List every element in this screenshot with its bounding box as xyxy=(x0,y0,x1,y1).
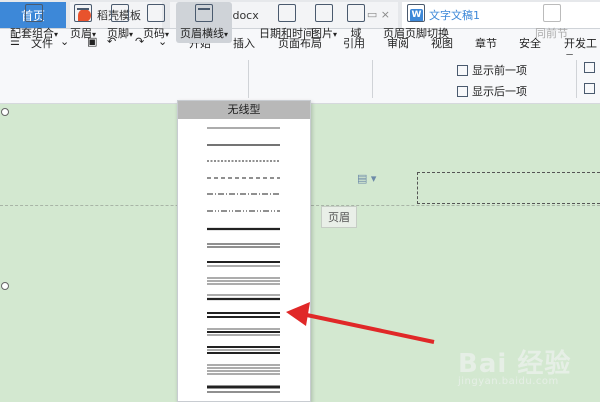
field-button[interactable]: 域 xyxy=(347,4,365,41)
annotation-arrow xyxy=(286,302,435,344)
picture-label: 图片 xyxy=(311,27,333,40)
line-style-option[interactable] xyxy=(207,277,280,285)
header-icon xyxy=(74,4,92,22)
header-button[interactable]: 页眉▾ xyxy=(70,4,96,41)
line-style-option[interactable] xyxy=(207,346,280,354)
show-next-label: 显示后一项 xyxy=(472,85,527,98)
show-previous-button[interactable]: 显示前一项 xyxy=(457,62,527,78)
line-style-option[interactable] xyxy=(207,243,280,248)
chevron-down-icon[interactable]: ⌄ xyxy=(60,35,69,48)
header-footer-switch-button[interactable]: 页眉页脚切换 xyxy=(383,4,449,41)
link-icon xyxy=(542,4,561,22)
footer-icon xyxy=(111,4,129,22)
switch-label: 页眉页脚切换 xyxy=(383,27,449,40)
baidu-watermark: Bai 经验 jingyan.baidu.com xyxy=(458,343,571,387)
menu-section[interactable]: 章节 xyxy=(475,35,497,51)
overflow-button[interactable] xyxy=(584,62,599,73)
watermark-main: Bai 经验 xyxy=(458,349,572,379)
no-line-option[interactable]: 无线型 xyxy=(178,101,310,119)
next-icon xyxy=(457,85,468,97)
page-options-icon[interactable]: ▤ ▾ xyxy=(357,172,376,185)
footer-button[interactable]: 页脚▾ xyxy=(107,4,133,41)
picture-button[interactable]: 图片▾ xyxy=(311,4,337,41)
line-style-option[interactable] xyxy=(207,261,280,267)
line-style-option[interactable] xyxy=(207,294,280,301)
same-as-previous-label: 同前节 xyxy=(535,27,568,40)
overflow-button-2[interactable] xyxy=(584,83,599,94)
datetime-label: 日期和时间 xyxy=(259,27,314,40)
line-style-option[interactable] xyxy=(207,364,280,375)
header-label: 页眉 xyxy=(70,27,92,40)
combo-button[interactable]: 配套组合▾ xyxy=(10,4,58,41)
line-style-option[interactable] xyxy=(207,328,280,336)
toolbar-divider xyxy=(576,60,577,98)
previous-icon xyxy=(457,64,468,76)
toolbar-divider xyxy=(372,60,373,98)
same-as-previous-button[interactable]: 同前节 xyxy=(535,4,568,41)
menu-insert[interactable]: 插入 xyxy=(233,35,255,51)
header-region-label: 页眉 xyxy=(321,206,357,228)
datetime-button[interactable]: 日期和时间 xyxy=(259,4,314,41)
header-line-dropdown: 无线型 xyxy=(177,100,311,402)
show-next-button[interactable]: 显示后一项 xyxy=(457,83,527,99)
line-style-option[interactable] xyxy=(207,312,280,318)
header-line-icon xyxy=(195,4,213,22)
switch-icon xyxy=(407,4,425,22)
show-previous-label: 显示前一项 xyxy=(472,64,527,77)
footer-label: 页脚 xyxy=(107,27,129,40)
page-number-icon xyxy=(147,4,165,22)
line-style-list xyxy=(207,127,280,393)
combo-label: 配套组合 xyxy=(10,27,54,40)
combo-icon xyxy=(25,4,43,22)
field-icon xyxy=(347,4,365,22)
picture-icon xyxy=(315,4,333,22)
overflow-icon xyxy=(584,83,595,94)
line-style-option[interactable] xyxy=(207,385,280,393)
toolbar-divider xyxy=(248,60,249,98)
overflow-icon xyxy=(584,62,595,73)
field-label: 域 xyxy=(350,27,362,40)
watermark-url: jingyan.baidu.com xyxy=(458,376,559,387)
page-number-button[interactable]: 页码▾ xyxy=(143,4,169,41)
resize-handle[interactable] xyxy=(1,282,9,290)
page-number-label: 页码 xyxy=(143,27,165,40)
header-line-button[interactable]: 页眉横线▾ xyxy=(176,2,233,43)
calendar-icon xyxy=(277,4,296,22)
header-text-box[interactable] xyxy=(417,172,600,204)
header-line-label: 页眉横线 xyxy=(180,27,224,40)
resize-handle[interactable] xyxy=(1,108,9,116)
